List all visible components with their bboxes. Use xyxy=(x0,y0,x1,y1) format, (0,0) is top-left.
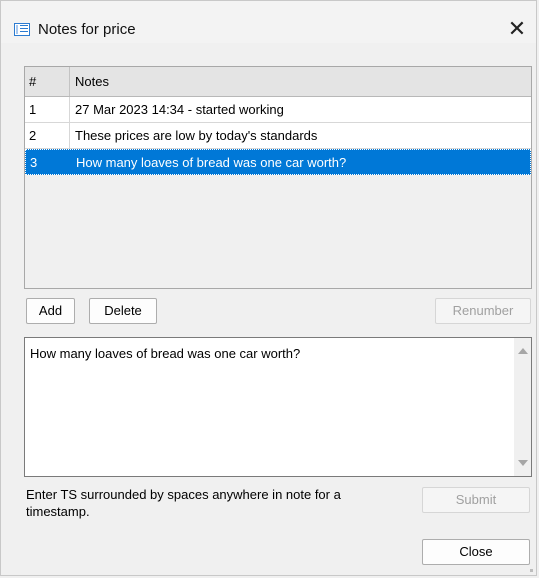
row-number: 2 xyxy=(29,128,37,143)
window-list-icon xyxy=(14,23,30,36)
close-button[interactable]: Close xyxy=(422,539,530,565)
window-title: Notes for price xyxy=(38,21,136,38)
submit-button[interactable]: Submit xyxy=(422,487,530,513)
add-button[interactable]: Add xyxy=(26,298,75,324)
row-number: 1 xyxy=(29,102,37,117)
close-icon[interactable]: ✕ xyxy=(503,15,531,43)
notes-dialog: Notes for price ✕ # Notes 1 27 Mar 2023 … xyxy=(0,0,537,576)
column-header-notes[interactable]: Notes xyxy=(75,67,109,96)
row-note: These prices are low by today's standard… xyxy=(75,128,318,143)
note-editor-text[interactable]: How many loaves of bread was one car wor… xyxy=(30,346,300,361)
resize-grip-icon[interactable] xyxy=(530,569,533,572)
renumber-button[interactable]: Renumber xyxy=(435,298,531,324)
table-row[interactable]: 1 27 Mar 2023 14:34 - started working xyxy=(25,97,531,123)
column-separator[interactable] xyxy=(69,67,70,96)
row-note: How many loaves of bread was one car wor… xyxy=(76,155,347,170)
cell-divider xyxy=(69,97,70,122)
table-row[interactable]: 2 These prices are low by today's standa… xyxy=(25,123,531,149)
grid-header: # Notes xyxy=(25,67,531,97)
cell-divider xyxy=(69,123,70,148)
scroll-down-icon[interactable] xyxy=(518,460,528,466)
title-bar[interactable]: Notes for price ✕ xyxy=(1,1,536,43)
column-header-number[interactable]: # xyxy=(29,67,36,96)
scroll-up-icon[interactable] xyxy=(518,348,528,354)
table-row-selected[interactable]: 3 How many loaves of bread was one car w… xyxy=(25,149,531,175)
notes-grid[interactable]: # Notes 1 27 Mar 2023 14:34 - started wo… xyxy=(24,66,532,289)
row-note: 27 Mar 2023 14:34 - started working xyxy=(75,102,284,117)
timestamp-hint: Enter TS surrounded by spaces anywhere i… xyxy=(26,487,341,519)
editor-scrollbar[interactable] xyxy=(514,338,531,476)
note-editor[interactable]: How many loaves of bread was one car wor… xyxy=(24,337,532,477)
row-number: 3 xyxy=(30,155,38,170)
delete-button[interactable]: Delete xyxy=(89,298,157,324)
